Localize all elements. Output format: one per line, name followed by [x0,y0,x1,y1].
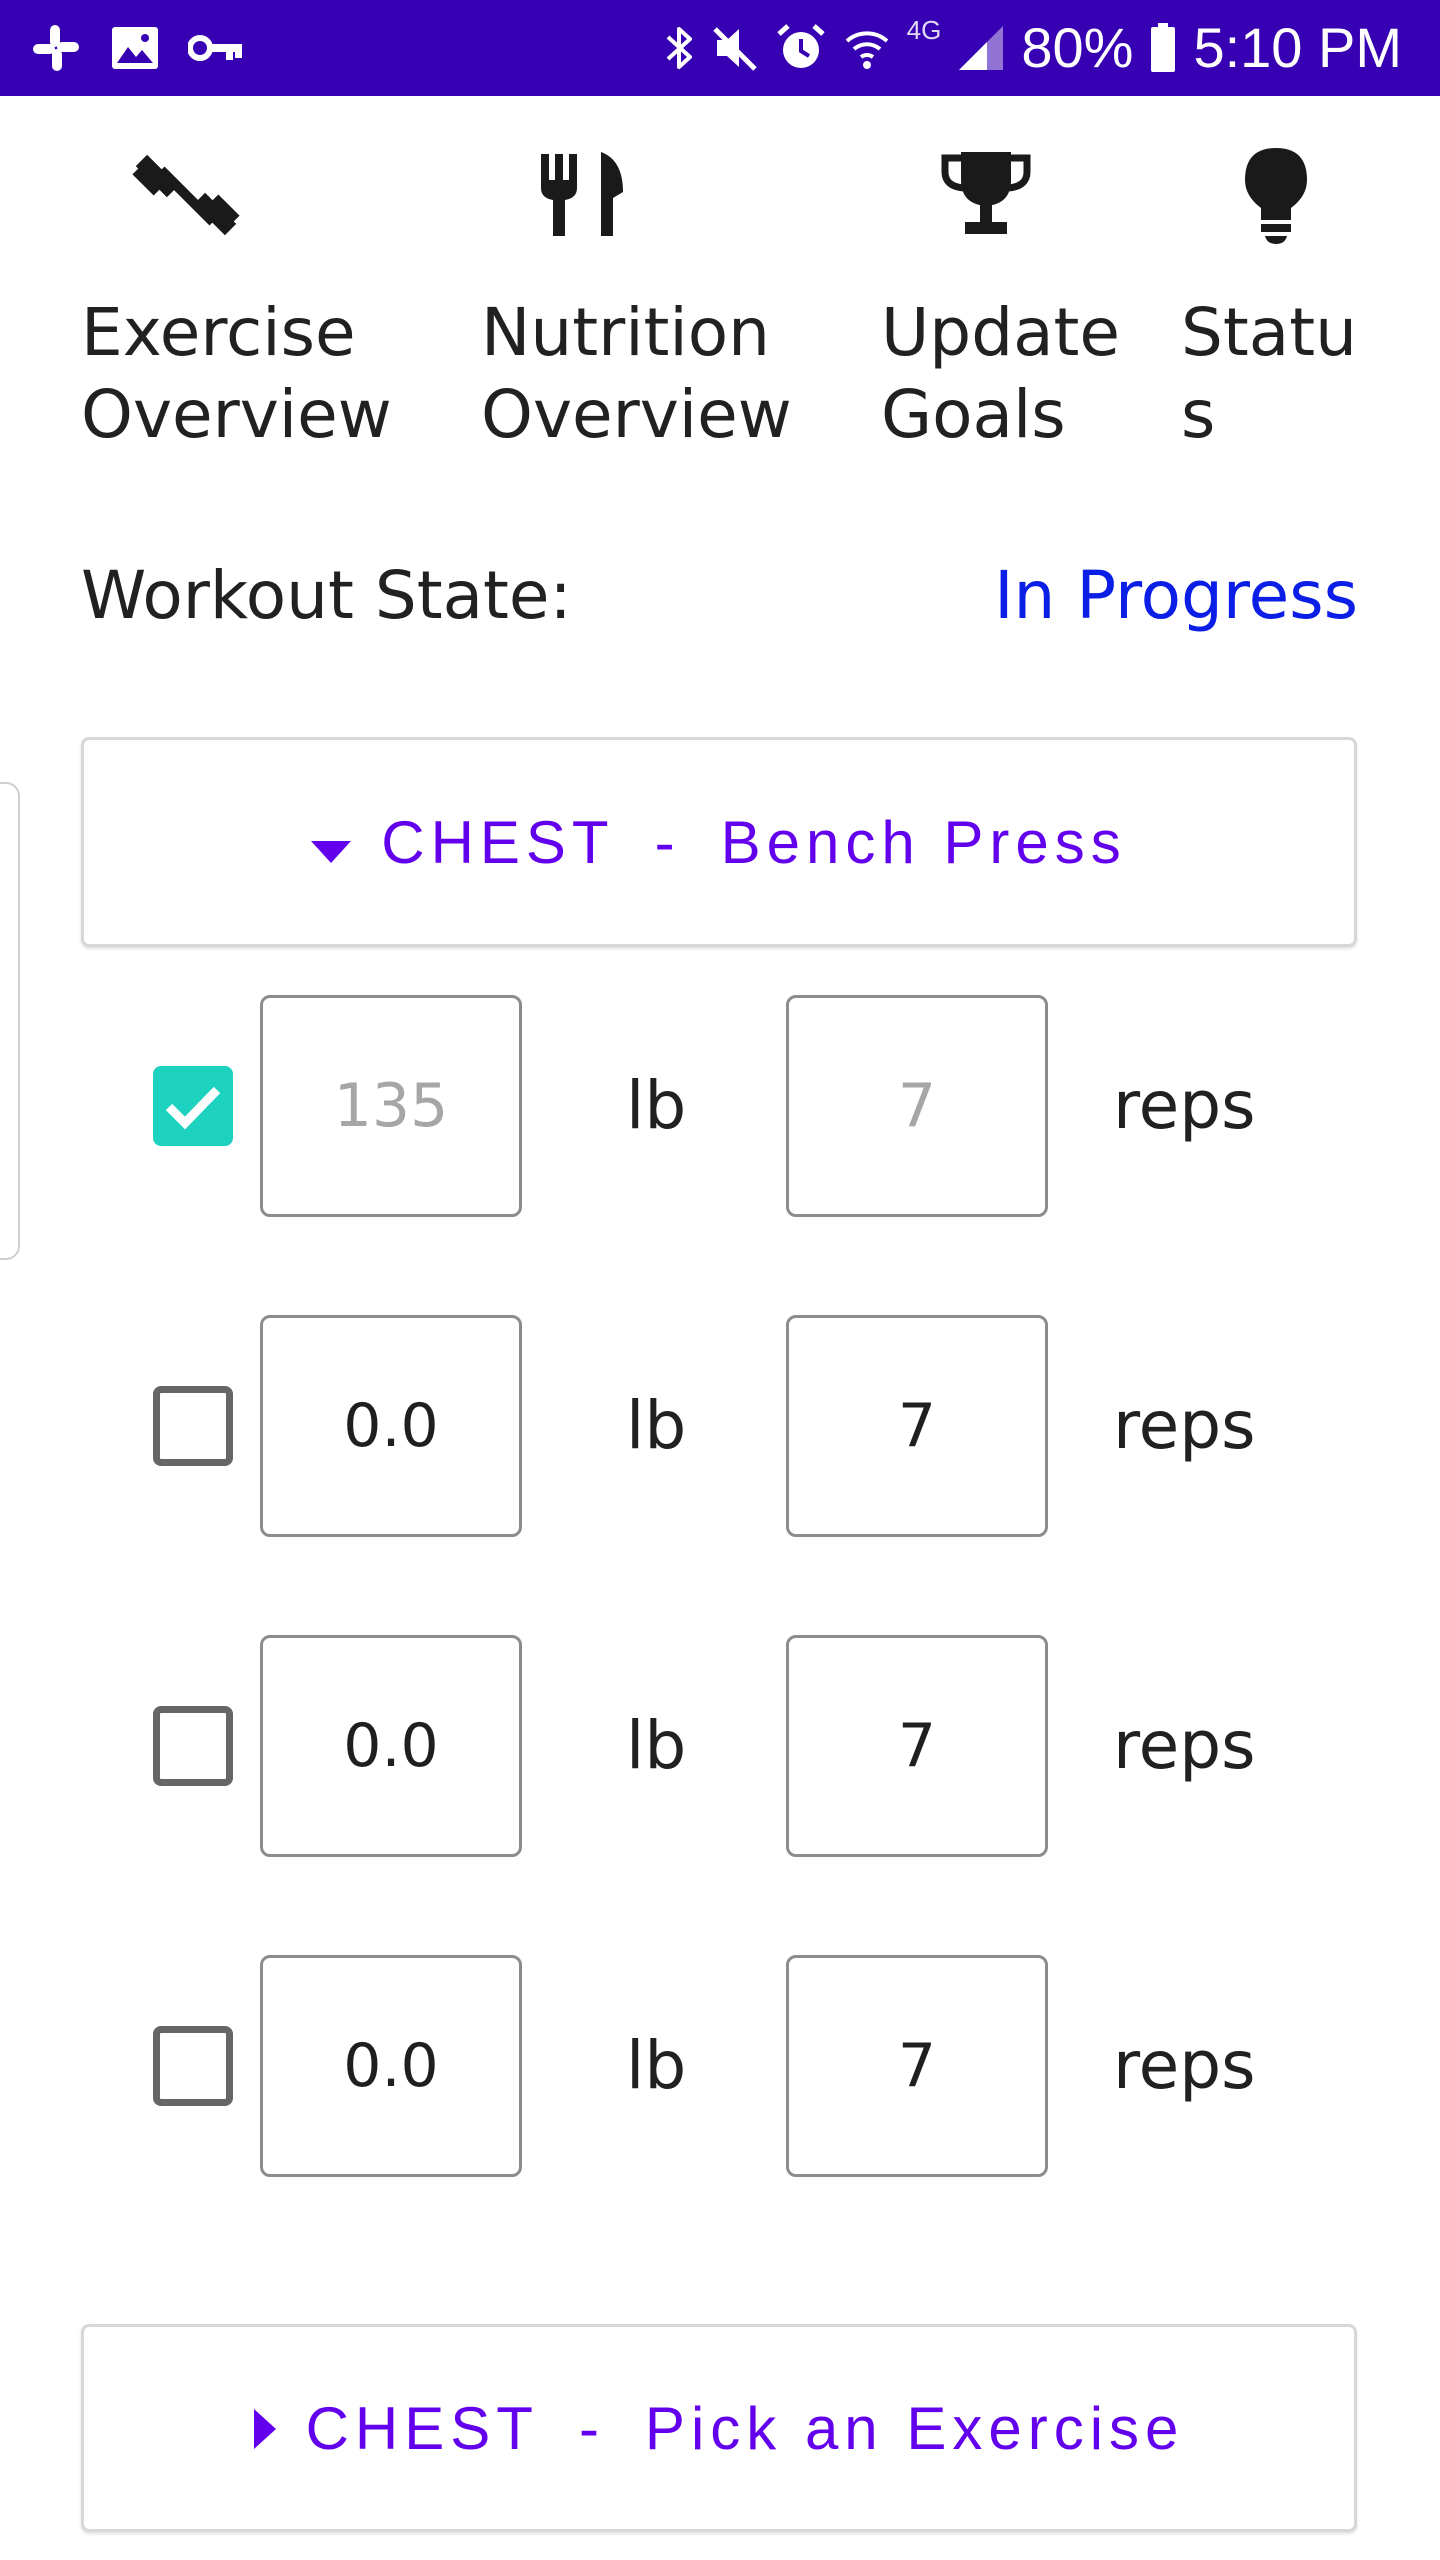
nav-label: Statu s [1181,294,1357,453]
reps-input[interactable]: 7 [786,1955,1048,2177]
reps-input[interactable]: 7 [786,1315,1048,1537]
notification-icons [30,18,244,78]
weight-unit-label: lb [626,1707,687,1784]
weight-unit-label: lb [626,2027,687,2104]
status-bar: 4G 80% 5:10 PM [0,0,1440,96]
bluetooth-icon [665,23,695,73]
reps-unit-label: reps [1113,1387,1256,1464]
nav-status[interactable]: Statu s [1181,140,1401,480]
separator: - [578,2394,605,2462]
nav-nutrition-overview[interactable]: Nutrition Overview [481,140,841,480]
alarm-icon [775,22,827,74]
workout-state-label: Workout State: [81,557,572,634]
nav-exercise-overview[interactable]: Exercise Overview [81,140,441,480]
lightbulb-icon [1221,140,1331,250]
weight-input[interactable]: 0.0 [260,1315,522,1537]
set-complete-checkbox[interactable] [153,2026,233,2106]
exercise-name-label: Bench Press [720,808,1127,876]
nav-label: Exercise Overview [81,294,392,453]
set-row: 0.0 lb 7 reps [0,1315,1440,1537]
vpn-key-icon [188,32,244,64]
reps-input[interactable]: 7 [786,1635,1048,1857]
battery-percent-text: 80% [1021,16,1134,79]
wifi-icon [843,23,891,73]
exercise-header-collapsed[interactable]: CHEST - Pick an Exercise [81,2324,1357,2532]
reps-unit-label: reps [1113,1707,1256,1784]
weight-input[interactable]: 0.0 [260,1635,522,1857]
nav-label: Update Goals [881,294,1121,453]
set-complete-checkbox[interactable] [153,1706,233,1786]
clock-text: 5:10 PM [1193,16,1402,79]
signal-icon [957,24,1005,72]
weight-input[interactable]: 0.0 [260,1955,522,2177]
separator: - [654,808,681,876]
set-row: 0.0 lb 7 reps [0,1635,1440,1857]
reps-unit-label: reps [1113,2027,1256,2104]
set-row: 0.0 lb 7 reps [0,1955,1440,2177]
workout-state-value: In Progress [994,557,1358,634]
mute-icon [711,23,759,73]
reps-input[interactable]: 7 [786,995,1048,1217]
set-complete-checkbox[interactable] [153,1066,233,1146]
battery-icon [1149,22,1177,74]
muscle-group-label: CHEST [381,808,615,876]
fork-knife-icon [533,140,643,250]
exercise-header-expanded[interactable]: CHEST - Bench Press [81,737,1357,947]
set-row: 135 lb 7 reps [0,995,1440,1217]
exercise-name-label: Pick an Exercise [644,2394,1185,2462]
weight-unit-label: lb [626,1067,687,1144]
weight-input[interactable]: 135 [260,995,522,1217]
weight-unit-label: lb [626,1387,687,1464]
network-type-text: 4G [906,15,942,45]
reps-unit-label: reps [1113,1067,1256,1144]
caret-right-icon [253,2394,276,2463]
image-icon [110,25,160,71]
set-complete-checkbox[interactable] [153,1386,233,1466]
system-icons: 4G 80% 5:10 PM [665,0,1402,96]
dumbbell-icon [131,140,241,250]
trophy-icon [931,140,1041,250]
nav-label: Nutrition Overview [481,294,792,453]
caret-down-icon [311,808,352,877]
slack-icon [30,22,82,74]
muscle-group-label: CHEST [305,2394,539,2462]
